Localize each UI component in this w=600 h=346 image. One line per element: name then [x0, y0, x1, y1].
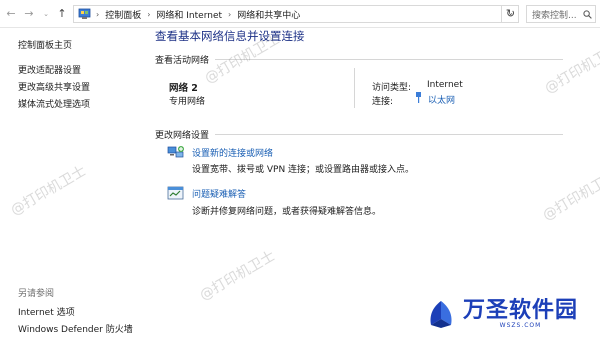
- arrow-right-icon[interactable]: →: [22, 6, 36, 22]
- troubleshoot-icon: [167, 186, 185, 202]
- brand-logo-icon: [425, 299, 457, 329]
- access-type-value: Internet: [427, 80, 463, 90]
- arrow-up-icon[interactable]: ↑: [55, 6, 69, 22]
- change-settings-heading: 更改网络设置: [155, 131, 210, 141]
- breadcrumb-item-network-sharing-center[interactable]: 网络和共享中心: [237, 8, 300, 21]
- troubleshoot-desc: 诊断并修复网络问题，或者获得疑难解答信息。: [192, 207, 382, 217]
- address-bar: ← → ⌄ ↑ › 控制面板 › 网络和 Internet › 网络和共享中心 …: [0, 0, 600, 28]
- breadcrumb-separator: ›: [147, 9, 151, 19]
- connection-ethernet-link[interactable]: 以太网: [415, 92, 455, 106]
- brand-sub: WSZS.COM: [499, 322, 542, 329]
- breadcrumb-separator: ›: [96, 9, 100, 19]
- new-connection-icon: [167, 145, 185, 161]
- divider: [215, 59, 563, 60]
- left-pane: 控制面板主页 更改适配器设置 更改高级共享设置 媒体流式处理选项 另请参阅 In…: [0, 28, 140, 346]
- connection-ethernet-label: 以太网: [428, 95, 456, 106]
- breadcrumb-separator: ›: [228, 9, 232, 19]
- breadcrumb[interactable]: › 控制面板 › 网络和 Internet › 网络和共享中心 ⌄: [73, 5, 519, 23]
- brand-name: 万圣软件园: [463, 297, 579, 323]
- divider-vertical: [354, 68, 355, 108]
- link-internet-options[interactable]: Internet 选项: [18, 305, 75, 318]
- arrow-left-icon[interactable]: ←: [4, 6, 18, 22]
- refresh-icon[interactable]: ↻: [501, 5, 519, 23]
- link-media-streaming[interactable]: 媒体流式处理选项: [18, 97, 90, 110]
- ethernet-icon: [415, 92, 422, 106]
- brand-watermark: 万圣软件园 WSZS.COM: [425, 298, 578, 329]
- network-name: 网络 2: [169, 83, 198, 94]
- search-input[interactable]: 搜索控制...: [526, 5, 596, 23]
- active-networks-heading: 查看活动网络: [155, 56, 210, 66]
- setup-new-connection-desc: 设置宽带、拨号或 VPN 连接；或设置路由器或接入点。: [192, 165, 415, 175]
- connections-label: 连接:: [372, 97, 394, 107]
- link-change-adapter-settings[interactable]: 更改适配器设置: [18, 63, 81, 76]
- link-change-advanced-sharing[interactable]: 更改高级共享设置: [18, 80, 90, 93]
- see-also-label: 另请参阅: [18, 289, 55, 299]
- troubleshoot-link[interactable]: 问题疑难解答: [192, 187, 246, 200]
- access-type-label: 访问类型:: [372, 83, 412, 93]
- link-control-panel-home[interactable]: 控制面板主页: [18, 38, 72, 51]
- setup-new-connection-link[interactable]: 设置新的连接或网络: [192, 146, 273, 159]
- search-icon: [583, 9, 592, 19]
- breadcrumb-item-control-panel[interactable]: 控制面板: [105, 8, 141, 21]
- page-title: 查看基本网络信息并设置连接: [155, 29, 305, 43]
- breadcrumb-item-network-internet[interactable]: 网络和 Internet: [156, 8, 222, 21]
- chevron-down-icon[interactable]: ⌄: [39, 6, 53, 22]
- search-placeholder: 搜索控制...: [532, 10, 577, 21]
- network-type[interactable]: 专用网络: [169, 94, 205, 107]
- link-defender-firewall[interactable]: Windows Defender 防火墙: [18, 322, 133, 335]
- divider: [215, 134, 563, 135]
- control-panel-icon: [78, 8, 91, 20]
